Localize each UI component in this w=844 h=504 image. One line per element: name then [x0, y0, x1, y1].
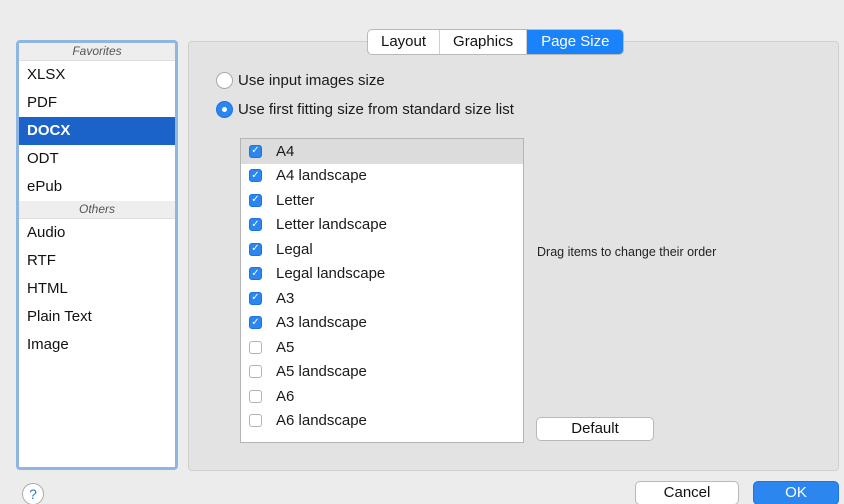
- sidebar-item-pdf[interactable]: PDF: [19, 89, 175, 117]
- sidebar-item-html[interactable]: HTML: [19, 275, 175, 303]
- option-use-first-fitting[interactable]: Use first fitting size from standard siz…: [216, 99, 514, 119]
- sidebar-item-rtf[interactable]: RTF: [19, 247, 175, 275]
- size-list-item[interactable]: ✓ Letter landscape: [241, 213, 523, 238]
- option-label: Use first fitting size from standard siz…: [238, 100, 514, 118]
- checkbox-checked[interactable]: ✓: [249, 169, 262, 183]
- size-label: Legal: [276, 240, 313, 258]
- size-list-item[interactable]: ✓ A4: [241, 139, 523, 164]
- standard-size-list[interactable]: ✓ A4 ✓ A4 landscape ✓ Letter ✓ Letter landscape…: [240, 138, 524, 443]
- size-list-item[interactable]: ✓ A3 landscape: [241, 311, 523, 336]
- size-label: A3: [276, 289, 295, 307]
- size-label: A5 landscape: [276, 363, 367, 381]
- option-label: Use input images size: [238, 71, 385, 89]
- size-list-item[interactable]: ✓ A4 landscape: [241, 164, 523, 189]
- size-list-item[interactable]: A6 landscape: [241, 409, 523, 434]
- checkbox-checked[interactable]: ✓: [249, 267, 262, 281]
- sidebar-group-favorites: Favorites: [19, 43, 175, 61]
- size-label: Letter landscape: [276, 216, 387, 234]
- checkbox-checked[interactable]: ✓: [249, 316, 262, 330]
- checkbox[interactable]: [249, 365, 262, 379]
- sidebar-item-plain-text[interactable]: Plain Text: [19, 303, 175, 331]
- default-button[interactable]: Default: [536, 417, 654, 441]
- tab-bar: Layout Graphics Page Size: [367, 29, 625, 55]
- sidebar-item-odt[interactable]: ODT: [19, 145, 175, 173]
- sidebar-item-xlsx[interactable]: XLSX: [19, 61, 175, 89]
- radio-button[interactable]: [216, 71, 233, 89]
- checkbox[interactable]: [249, 414, 262, 428]
- size-list-item[interactable]: A5 landscape: [241, 360, 523, 385]
- size-list-item[interactable]: ✓ Letter: [241, 188, 523, 213]
- sidebar-item-audio[interactable]: Audio: [19, 219, 175, 247]
- checkmark-icon: ✓: [251, 267, 260, 279]
- checkbox-checked[interactable]: ✓: [249, 291, 262, 305]
- size-list-item[interactable]: ✓ A3: [241, 286, 523, 311]
- size-label: Letter: [276, 191, 315, 209]
- checkmark-icon: ✓: [251, 292, 260, 304]
- size-list-item[interactable]: A6: [241, 384, 523, 409]
- size-label: A3 landscape: [276, 314, 367, 332]
- checkbox-checked[interactable]: ✓: [249, 193, 262, 207]
- checkmark-icon: ✓: [251, 243, 260, 255]
- checkbox[interactable]: [249, 340, 262, 354]
- checkmark-icon: ✓: [251, 169, 260, 181]
- option-use-input-size[interactable]: Use input images size: [216, 70, 385, 90]
- format-sidebar: Favorites XLSX PDF DOCX ODT ePub Others …: [16, 40, 178, 470]
- sidebar-item-epub[interactable]: ePub: [19, 173, 175, 201]
- size-list-item[interactable]: ✓ Legal landscape: [241, 262, 523, 287]
- checkbox[interactable]: [249, 389, 262, 403]
- size-label: A4 landscape: [276, 167, 367, 185]
- cancel-button[interactable]: Cancel: [635, 481, 739, 504]
- checkmark-icon: ✓: [251, 194, 260, 206]
- sidebar-item-image[interactable]: Image: [19, 331, 175, 359]
- checkmark-icon: ✓: [251, 145, 260, 157]
- help-icon[interactable]: ?: [22, 483, 44, 504]
- ok-button[interactable]: OK: [753, 481, 839, 504]
- size-label: A5: [276, 338, 295, 356]
- checkbox-checked[interactable]: ✓: [249, 242, 262, 256]
- checkmark-icon: ✓: [251, 316, 260, 328]
- size-list-item[interactable]: A5: [241, 335, 523, 360]
- size-label: A4: [276, 142, 295, 160]
- drag-hint: Drag items to change their order: [537, 245, 717, 259]
- checkmark-icon: ✓: [251, 218, 260, 230]
- size-label: Legal landscape: [276, 265, 386, 283]
- tab-graphics[interactable]: Graphics: [440, 30, 528, 54]
- size-list-item[interactable]: ✓ Legal: [241, 237, 523, 262]
- checkbox-checked[interactable]: ✓: [249, 144, 262, 158]
- tab-page-size[interactable]: Page Size: [527, 30, 624, 54]
- sidebar-item-docx[interactable]: DOCX: [19, 117, 175, 145]
- radio-button-selected[interactable]: [216, 100, 233, 118]
- sidebar-group-others: Others: [19, 201, 175, 219]
- size-label: A6 landscape: [276, 412, 367, 430]
- size-label: A6: [276, 387, 295, 405]
- tab-layout[interactable]: Layout: [368, 30, 441, 54]
- checkbox-checked[interactable]: ✓: [249, 218, 262, 232]
